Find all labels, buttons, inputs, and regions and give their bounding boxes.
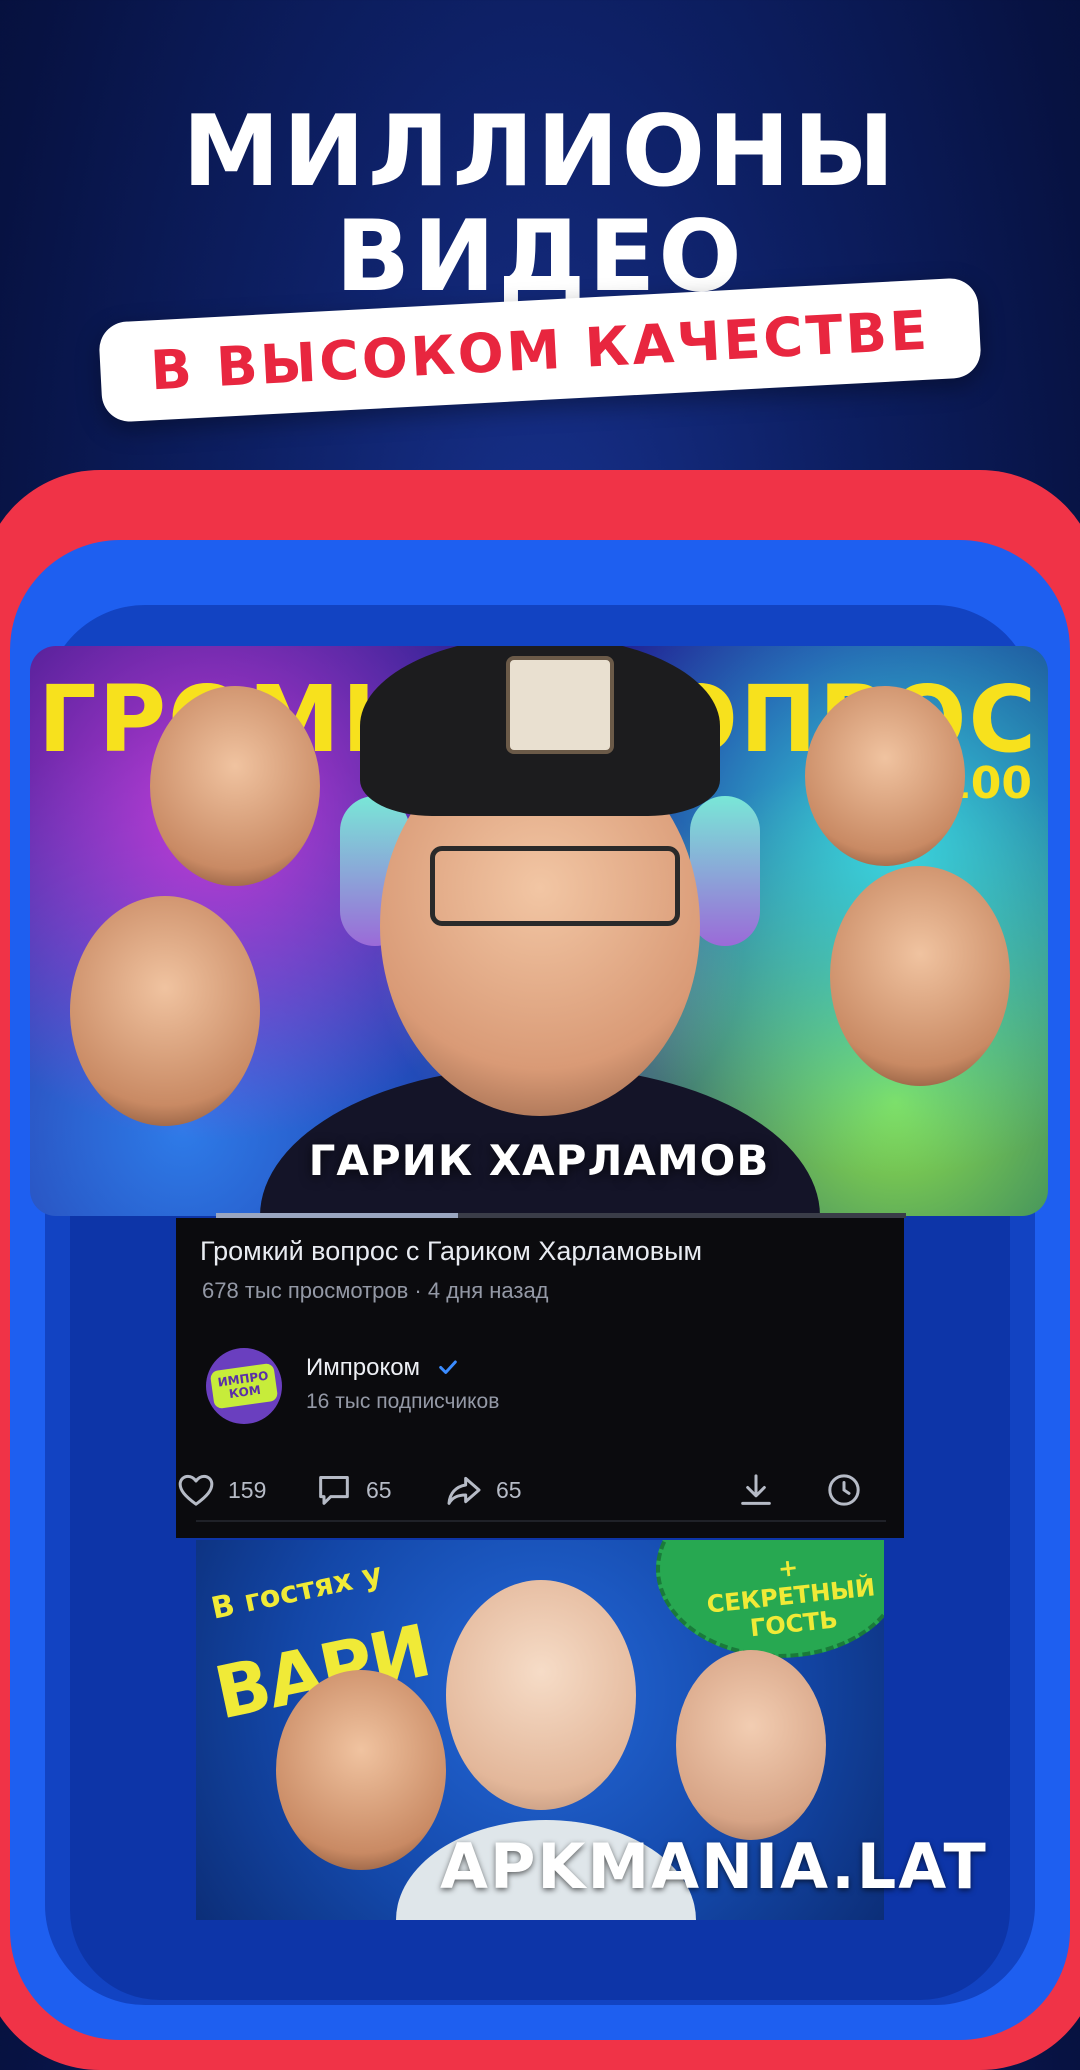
- watermark: APKMANIA.LAT: [440, 1830, 988, 1903]
- video-info-card: Громкий вопрос с Гариком Харламовым 678 …: [176, 1218, 904, 1538]
- guest-top-right: [805, 686, 965, 866]
- comment-button[interactable]: 65: [314, 1470, 392, 1510]
- channel-name[interactable]: Импроком: [306, 1354, 459, 1382]
- channel-avatar[interactable]: ИМПРО КОМ: [206, 1348, 282, 1424]
- headphone-right-icon: [690, 796, 760, 946]
- like-count: 159: [228, 1476, 267, 1503]
- quality-pill-label: В ВЫСОКОМ КАЧЕСТВЕ: [148, 298, 932, 402]
- cap-patch: [506, 656, 614, 754]
- verified-icon: [438, 1360, 457, 1374]
- download-button[interactable]: [736, 1470, 788, 1510]
- thumb2-small-text: В гостях у: [208, 1556, 386, 1627]
- channel-logo: ИМПРО КОМ: [209, 1362, 279, 1410]
- guest-bottom-left: [70, 896, 260, 1126]
- thumbnail-name-overlay: ГАРИК ХАРЛАМОВ: [308, 1136, 770, 1185]
- guest-top-left: [150, 686, 320, 886]
- share-button[interactable]: 65: [444, 1470, 522, 1510]
- video-player-thumbnail[interactable]: ГРОМК ОПРОС №100 ГАРИК ХАРЛАМОВ: [30, 646, 1048, 1216]
- share-count: 65: [496, 1476, 522, 1503]
- thumb2-guest-right: [676, 1650, 826, 1840]
- comment-count: 65: [366, 1476, 392, 1503]
- guest-bottom-right: [830, 866, 1010, 1086]
- watch-later-button[interactable]: [824, 1470, 876, 1510]
- card-divider: [196, 1520, 886, 1522]
- thumb2-guest-center: [446, 1580, 636, 1810]
- heart-icon: [178, 1474, 214, 1506]
- clock-icon: [828, 1474, 860, 1506]
- like-button[interactable]: 159: [176, 1470, 266, 1510]
- video-meta: 678 тыс просмотров · 4 дня назад: [202, 1278, 549, 1303]
- channel-name-text: Импроком: [306, 1354, 421, 1381]
- comment-icon: [319, 1476, 349, 1505]
- thumb2-guest-left: [276, 1670, 446, 1870]
- download-icon: [741, 1474, 771, 1505]
- action-bar: 159 65 65: [176, 1458, 904, 1518]
- share-icon: [447, 1476, 481, 1505]
- video-title[interactable]: Громкий вопрос с Гариком Харламовым: [200, 1236, 702, 1267]
- channel-subscribers: 16 тыс подписчиков: [306, 1390, 500, 1413]
- host-glasses: [430, 846, 680, 926]
- headline-line1: МИЛЛИОНЫ: [182, 95, 898, 209]
